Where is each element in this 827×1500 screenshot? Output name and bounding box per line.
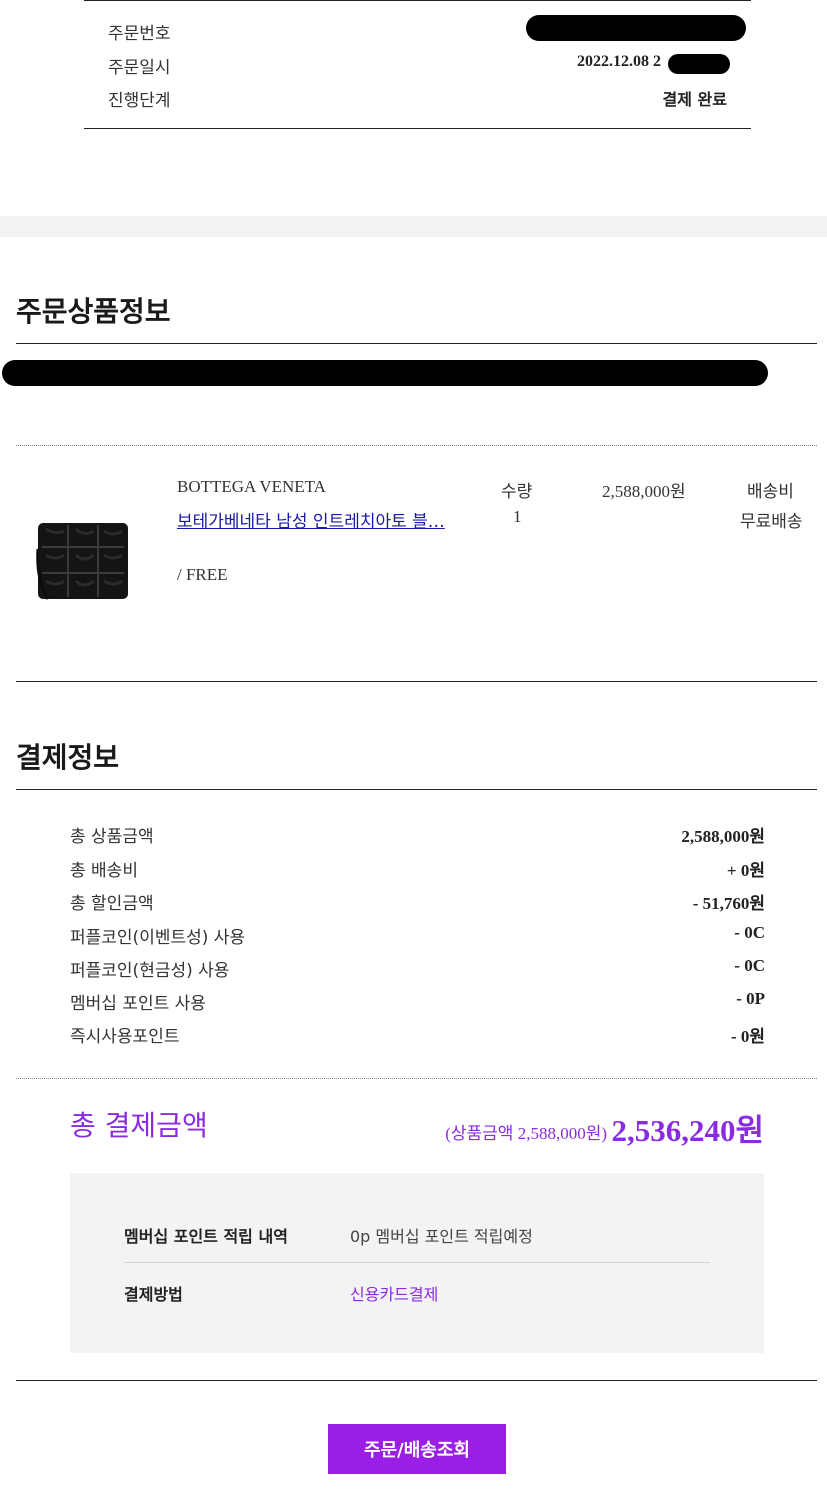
total-payment-subtext: (상품금액 2,588,000원) xyxy=(445,1124,607,1143)
payment-row-label: 총 할인금액 xyxy=(70,894,154,914)
info-divider xyxy=(124,1262,710,1263)
payment-section-bottom-divider xyxy=(16,1380,817,1381)
product-brand: BOTTEGA VENETA xyxy=(177,477,326,496)
order-status-label: 진행단계 xyxy=(108,91,171,111)
payment-row-label: 총 상품금액 xyxy=(70,827,154,847)
payment-row-value: - 0원 xyxy=(730,1027,765,1046)
quantity-label: 수량 xyxy=(501,482,533,502)
payment-row-value: 2,588,000원 xyxy=(681,827,765,846)
product-option: / FREE xyxy=(177,565,228,584)
payment-row-value: - 51,760원 xyxy=(692,894,765,913)
product-dotted-divider xyxy=(16,445,817,446)
quantity-value: 1 xyxy=(513,507,522,526)
order-number-label: 주문번호 xyxy=(108,24,171,44)
payment-row-purple-coin-event: 퍼플코인(이벤트성) 사용 - 0C xyxy=(70,923,765,953)
payment-row-label: 퍼플코인(현금성) 사용 xyxy=(70,961,230,981)
order-date-value: 2022.12.08 2 xyxy=(577,53,661,70)
redaction-order-number xyxy=(526,15,746,41)
payment-row-value: + 0원 xyxy=(726,861,765,880)
membership-points-label: 멤버십 포인트 적립 내역 xyxy=(124,1227,288,1246)
payment-row-membership-points: 멤버십 포인트 사용 - 0P xyxy=(70,989,765,1019)
section-separator xyxy=(0,216,827,237)
order-status-value: 결제 완료 xyxy=(662,90,727,109)
order-summary-divider xyxy=(84,128,751,129)
product-section-title: 주문상품정보 xyxy=(16,295,171,328)
membership-points-value: 0p 멤버십 포인트 적립예정 xyxy=(350,1227,533,1246)
payment-row-label: 멤버십 포인트 사용 xyxy=(70,994,206,1014)
total-payment-label: 총 결제금액 xyxy=(70,1109,208,1142)
payment-row-value: - 0C xyxy=(734,923,765,942)
redaction-order-time xyxy=(668,54,730,74)
payment-row-value: - 0C xyxy=(734,956,765,975)
order-date-label: 주문일시 xyxy=(108,58,171,78)
payment-section-title: 결제정보 xyxy=(16,741,120,774)
payment-row-label: 즉시사용포인트 xyxy=(70,1027,180,1047)
shipping-fee-label: 배송비 xyxy=(747,482,794,502)
shipping-fee-value: 무료배송 xyxy=(740,512,803,532)
payment-title-divider xyxy=(16,789,817,790)
top-divider xyxy=(84,0,751,1)
payment-row-label: 퍼플코인(이벤트성) 사용 xyxy=(70,928,246,948)
payment-row-value: - 0P xyxy=(736,989,765,1008)
payment-row-discount: 총 할인금액 - 51,760원 xyxy=(70,889,765,919)
payment-row-instant-points: 즉시사용포인트 - 0원 xyxy=(70,1022,765,1052)
payment-info-box: 멤버십 포인트 적립 내역 0p 멤버십 포인트 적립예정 결제방법 신용카드결… xyxy=(70,1173,764,1353)
total-payment-amount: 2,536,240원 xyxy=(611,1113,764,1148)
order-delivery-lookup-button[interactable]: 주문/배송조회 xyxy=(328,1424,506,1474)
payment-method-value: 신용카드결제 xyxy=(350,1285,439,1304)
payment-row-label: 총 배송비 xyxy=(70,861,138,881)
product-title-divider xyxy=(16,343,817,344)
product-price: 2,588,000원 xyxy=(602,482,686,501)
redaction-delivery-info xyxy=(2,360,768,386)
payment-row-total-products: 총 상품금액 2,588,000원 xyxy=(70,822,765,852)
payment-row-purple-coin-cash: 퍼플코인(현금성) 사용 - 0C xyxy=(70,956,765,986)
payment-method-label: 결제방법 xyxy=(124,1285,183,1304)
product-thumbnail[interactable] xyxy=(36,519,130,601)
order-date-row: 주문일시 2022.12.08 2 xyxy=(84,53,727,83)
order-status-row: 진행단계 결제 완료 xyxy=(84,86,727,116)
product-name-link[interactable]: 보테가베네타 남성 인트레치아토 블… xyxy=(177,507,445,532)
payment-row-shipping: 총 배송비 + 0원 xyxy=(70,856,765,886)
payment-dotted-divider xyxy=(16,1078,817,1079)
product-section-bottom-divider xyxy=(16,681,817,682)
